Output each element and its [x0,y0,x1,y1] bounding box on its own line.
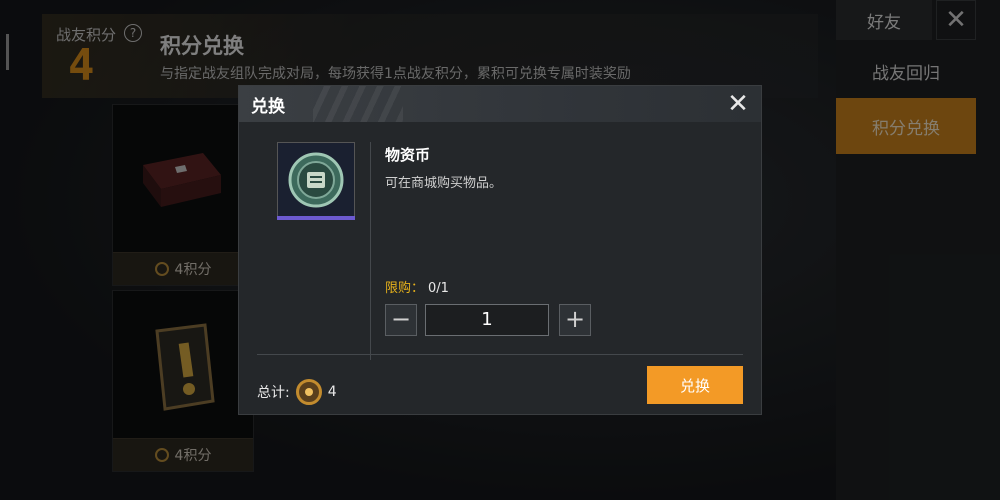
item-rarity-bar [277,216,355,220]
item-thumbnail [277,142,355,218]
supply-coin-icon [288,152,344,208]
points-coin-icon [295,379,322,405]
decrease-button[interactable]: − [385,304,417,336]
redeem-dialog: 兑换 ✕ 物资币 可在商城购买物品。 限购： 0/1 − 1 + 总计: 4 兑换 [238,85,762,415]
dialog-title: 兑换 [251,97,285,117]
total-row: 总计: 4 [257,379,337,405]
quantity-input[interactable]: 1 [425,304,549,336]
header-stripes [313,86,403,122]
item-description: 可在商城购买物品。 [385,176,503,191]
dialog-close-icon[interactable]: ✕ [723,89,753,119]
limit-value: 0/1 [428,281,449,296]
item-name: 物资币 [385,146,431,164]
dialog-header: 兑换 ✕ [239,86,761,122]
dialog-divider [257,354,743,355]
redeem-button[interactable]: 兑换 [647,366,743,404]
vertical-divider [370,142,371,360]
purchase-limit: 限购： 0/1 [385,277,449,296]
total-value: 4 [327,384,337,400]
limit-label: 限购： [385,281,425,296]
increase-button[interactable]: + [559,304,591,336]
total-label: 总计: [257,385,290,401]
